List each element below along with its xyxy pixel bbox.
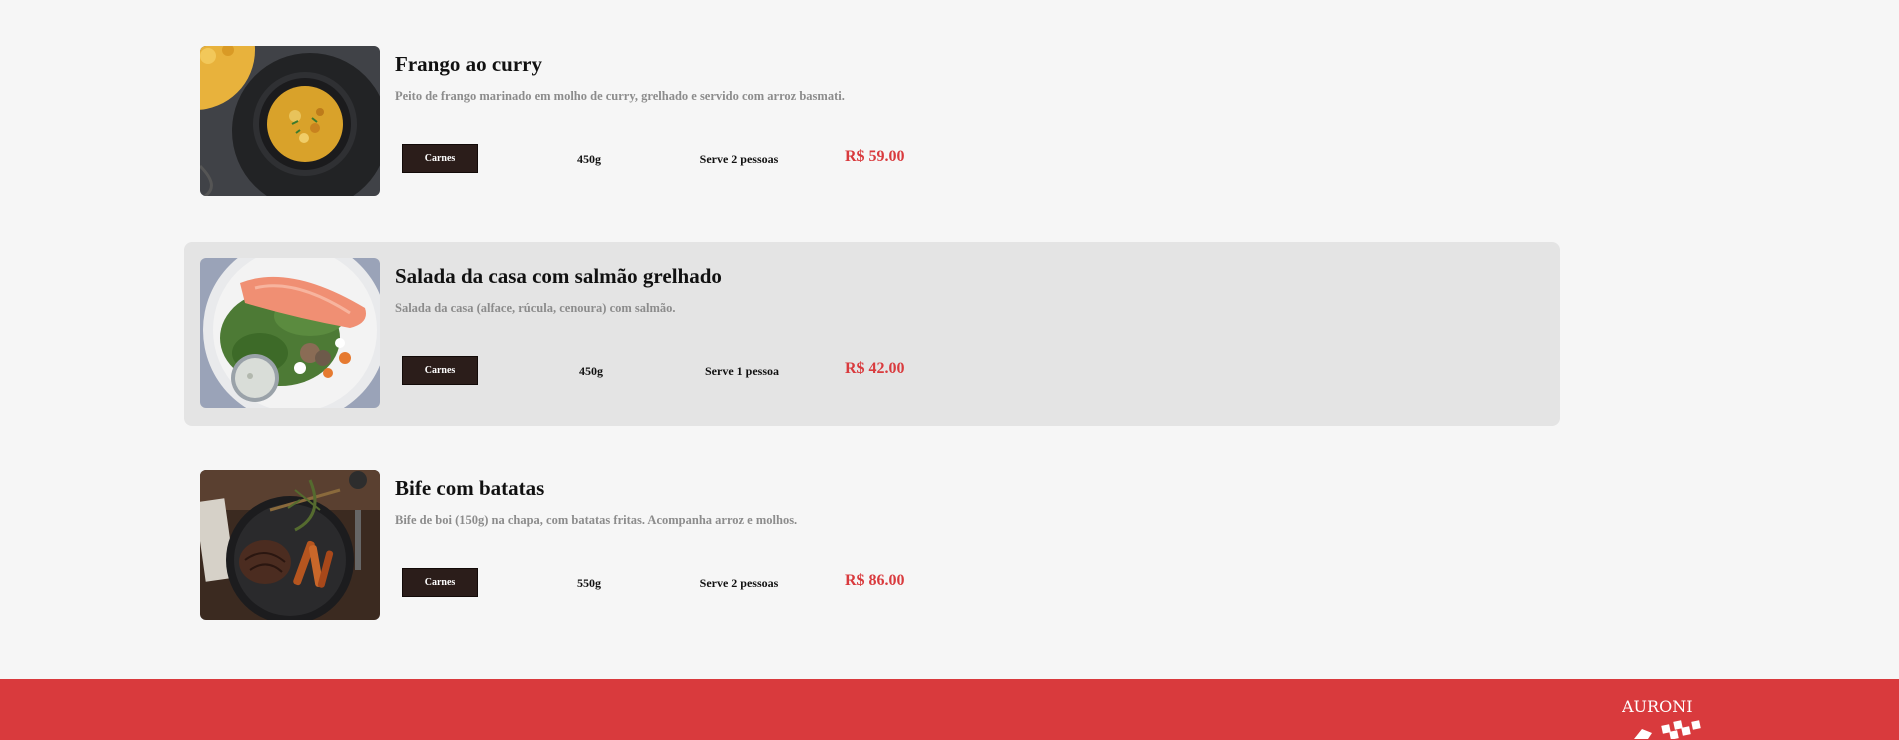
footer: AURONI bbox=[0, 679, 1899, 740]
chicken-curry-image[interactable] bbox=[200, 46, 380, 196]
item-description: Bife de boi (150g) na chapa, com batatas… bbox=[395, 513, 798, 527]
steak-potatoes-image[interactable] bbox=[200, 470, 380, 620]
item-title: Bife com batatas bbox=[395, 476, 545, 500]
item-price: R$ 42.00 bbox=[845, 360, 905, 377]
category-tag-button[interactable]: Carnes bbox=[402, 144, 478, 173]
category-tag-button[interactable]: Carnes bbox=[402, 356, 478, 385]
item-weight: 450g bbox=[577, 152, 601, 166]
salmon-salad-image[interactable] bbox=[200, 258, 380, 408]
category-tag-button[interactable]: Carnes bbox=[402, 568, 478, 597]
menu-item[interactable]: Bife com batatas Bife de boi (150g) na c… bbox=[184, 454, 1560, 638]
item-price: R$ 86.00 bbox=[845, 572, 905, 589]
item-title: Frango ao curry bbox=[395, 52, 542, 76]
brand-logo-text: AURONI bbox=[1622, 699, 1693, 716]
item-price: R$ 59.00 bbox=[845, 148, 905, 165]
item-serves: Serve 2 pessoas bbox=[699, 152, 779, 166]
menu-list: Frango ao curry Peito de frango marinado… bbox=[184, 30, 1560, 666]
item-weight: 550g bbox=[577, 576, 601, 590]
item-serves: Serve 2 pessoas bbox=[699, 576, 779, 590]
item-title: Salada da casa com salmão grelhado bbox=[395, 264, 722, 288]
menu-item[interactable]: Salada da casa com salmão grelhado Salad… bbox=[184, 242, 1560, 426]
item-weight: 450g bbox=[579, 364, 603, 378]
brand-logo[interactable]: AURONI bbox=[1622, 699, 1714, 740]
checkered-flag-icon bbox=[1634, 720, 1701, 740]
item-description: Peito de frango marinado em molho de cur… bbox=[395, 89, 845, 103]
item-description: Salada da casa (alface, rúcula, cenoura)… bbox=[395, 301, 676, 315]
menu-item[interactable]: Frango ao curry Peito de frango marinado… bbox=[184, 30, 1560, 214]
item-serves: Serve 1 pessoa bbox=[705, 364, 779, 378]
